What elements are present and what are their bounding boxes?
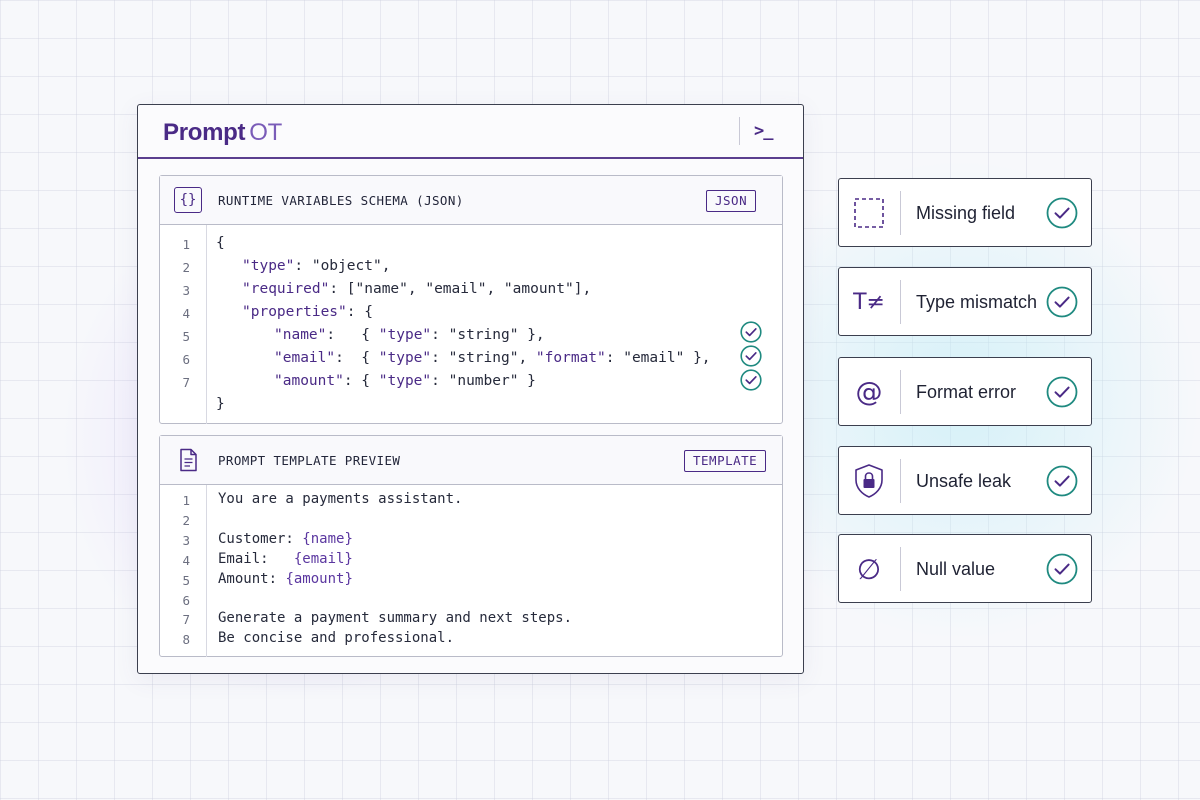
placeholder-email: {email} bbox=[293, 551, 353, 567]
template-badge[interactable]: TEMPLATE bbox=[684, 450, 767, 472]
line-number: 5 bbox=[182, 329, 190, 344]
template-panel: PROMPT TEMPLATE PREVIEW TEMPLATE 1 2 3 4… bbox=[159, 435, 783, 657]
schema-gutter: 1 2 3 4 5 6 7 bbox=[160, 225, 207, 424]
line-number: 2 bbox=[182, 260, 190, 275]
window-header: Prompt OT >_ bbox=[138, 105, 803, 159]
card-divider bbox=[900, 459, 901, 503]
brand-logo: Prompt OT bbox=[163, 119, 282, 147]
check-circle-icon bbox=[740, 321, 762, 343]
check-circle-icon bbox=[1046, 553, 1078, 585]
check-circle-icon bbox=[1046, 197, 1078, 229]
code-line: "required": ["name", "email", "amount"], bbox=[242, 281, 592, 297]
template-line: Generate a payment summary and next step… bbox=[218, 610, 573, 626]
check-label: Format error bbox=[916, 382, 1017, 402]
dashed-square-icon bbox=[849, 193, 889, 233]
code-line: "name": { "type": "string" }, bbox=[274, 327, 545, 343]
card-divider bbox=[900, 191, 901, 235]
check-label: Unsafe leak bbox=[916, 471, 1012, 491]
template-panel-header: PROMPT TEMPLATE PREVIEW TEMPLATE bbox=[160, 436, 782, 485]
card-divider bbox=[900, 370, 901, 414]
card-divider bbox=[900, 280, 901, 324]
shield-lock-icon bbox=[849, 461, 889, 501]
terminal-icon[interactable]: >_ bbox=[754, 121, 774, 141]
line-number: 1 bbox=[182, 493, 190, 508]
null-set-icon: ∅ bbox=[856, 552, 882, 586]
card-divider bbox=[900, 547, 901, 591]
code-line: "email": { "type": "string", "format": "… bbox=[274, 350, 711, 366]
template-gutter: 1 2 3 4 5 6 7 8 bbox=[160, 485, 207, 657]
check-card-type-mismatch[interactable]: T≠ Type mismatch bbox=[838, 267, 1092, 336]
check-circle-icon bbox=[740, 345, 762, 367]
template-line: Amount: {amount} bbox=[218, 571, 353, 587]
code-line: { bbox=[216, 235, 225, 251]
code-line: "type": "object", bbox=[242, 258, 391, 274]
template-line: Be concise and professional. bbox=[218, 630, 455, 646]
check-circle-icon bbox=[740, 369, 762, 391]
app-window: Prompt OT >_ {} RUNTIME VARIABLES SCHEMA … bbox=[137, 104, 804, 674]
check-label: Missing field bbox=[916, 203, 1016, 223]
check-circle-icon bbox=[1046, 465, 1078, 497]
brand-secondary: OT bbox=[249, 119, 282, 146]
line-number: 3 bbox=[182, 533, 190, 548]
json-badge[interactable]: JSON bbox=[706, 190, 757, 212]
line-number: 4 bbox=[182, 306, 190, 321]
placeholder-amount: {amount} bbox=[285, 571, 353, 587]
braces-icon: {} bbox=[174, 187, 202, 213]
line-number: 1 bbox=[182, 237, 190, 252]
schema-panel-header: {} RUNTIME VARIABLES SCHEMA (JSON) JSON bbox=[160, 176, 782, 225]
line-number: 6 bbox=[182, 593, 190, 608]
schema-panel-title: RUNTIME VARIABLES SCHEMA (JSON) bbox=[218, 193, 464, 208]
schema-code[interactable]: 1 2 3 4 5 6 7 { "type": "object", "requi… bbox=[160, 225, 782, 424]
at-sign-icon: @ bbox=[855, 376, 883, 408]
template-code[interactable]: 1 2 3 4 5 6 7 8 You are a payments assis… bbox=[160, 485, 782, 657]
code-line: "properties": { bbox=[242, 304, 373, 320]
brand-primary: Prompt bbox=[163, 119, 246, 146]
schema-panel: {} RUNTIME VARIABLES SCHEMA (JSON) JSON … bbox=[159, 175, 783, 424]
check-card-missing-field[interactable]: Missing field bbox=[838, 178, 1092, 247]
line-number: 6 bbox=[182, 352, 190, 367]
document-icon bbox=[180, 448, 197, 472]
line-number: 2 bbox=[182, 513, 190, 528]
placeholder-name: {name} bbox=[302, 531, 353, 547]
code-line: "amount": { "type": "number" } bbox=[274, 373, 536, 389]
check-card-unsafe-leak[interactable]: Unsafe leak bbox=[838, 446, 1092, 515]
line-number: 3 bbox=[182, 283, 190, 298]
type-not-equal-icon: T≠ bbox=[853, 289, 885, 315]
template-line: Email: {email} bbox=[218, 551, 353, 567]
line-number: 7 bbox=[182, 612, 190, 627]
template-line: You are a payments assistant. bbox=[218, 491, 463, 507]
code-line: } bbox=[216, 396, 225, 412]
header-divider bbox=[739, 117, 740, 145]
template-line: Customer: {name} bbox=[218, 531, 353, 547]
template-panel-title: PROMPT TEMPLATE PREVIEW bbox=[218, 453, 401, 468]
check-card-null-value[interactable]: ∅ Null value bbox=[838, 534, 1092, 603]
line-number: 8 bbox=[182, 632, 190, 647]
line-number: 5 bbox=[182, 573, 190, 588]
check-label: Null value bbox=[916, 559, 996, 579]
line-number: 4 bbox=[182, 553, 190, 568]
check-circle-icon bbox=[1046, 376, 1078, 408]
check-label: Type mismatch bbox=[916, 292, 1038, 312]
check-card-format-error[interactable]: @ Format error bbox=[838, 357, 1092, 426]
line-number: 7 bbox=[182, 375, 190, 390]
check-circle-icon bbox=[1046, 286, 1078, 318]
